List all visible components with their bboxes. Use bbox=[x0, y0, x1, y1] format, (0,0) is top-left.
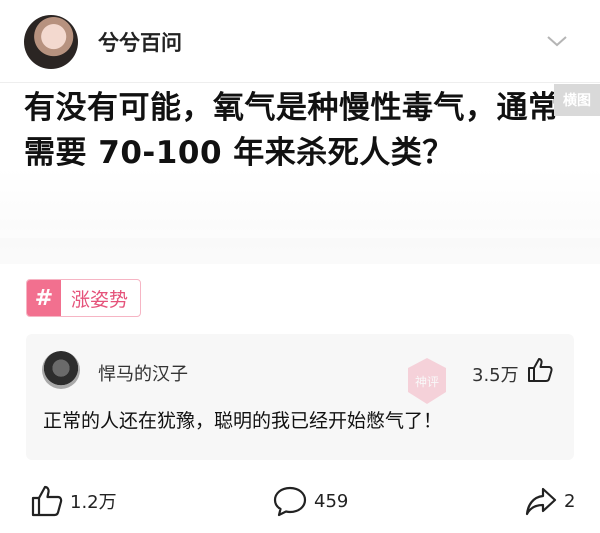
top-comment-card[interactable]: 悍马的汉子 神评 3.5万 正常的人还在犹豫，聪明的我已经开始憋气了！ bbox=[26, 334, 574, 460]
comment-count: 459 bbox=[314, 490, 349, 512]
image-orientation-badge: 横图 bbox=[554, 84, 600, 116]
post-header: 兮兮百问 bbox=[0, 0, 600, 82]
header-divider bbox=[0, 82, 600, 83]
share-count: 2 bbox=[564, 490, 576, 512]
watermark-text: 神评 bbox=[415, 375, 439, 389]
like-count: 1.2万 bbox=[70, 492, 117, 513]
post-image-strip bbox=[0, 238, 600, 264]
post-title-container: 有没有可能，氧气是种慢性毒气，通常需要 70-100 年来杀死人类？ bbox=[24, 86, 574, 176]
comment-button[interactable]: 459 bbox=[272, 484, 348, 518]
hot-comment-watermark: 神评 bbox=[408, 358, 446, 404]
like-button[interactable]: 1.2万 bbox=[30, 484, 117, 518]
topic-tag[interactable]: # 涨姿势 bbox=[26, 279, 142, 317]
thumbs-up-icon[interactable] bbox=[526, 356, 554, 384]
comment-text: 正常的人还在犹豫，聪明的我已经开始憋气了！ bbox=[43, 410, 443, 432]
share-button[interactable]: 2 bbox=[524, 484, 575, 518]
action-bar: 1.2万 459 2 bbox=[0, 478, 600, 530]
author-name[interactable]: 兮兮百问 bbox=[98, 27, 182, 57]
share-arrow-icon bbox=[525, 487, 557, 516]
post-title: 有没有可能，氧气是种慢性毒气，通常需要 70-100 年来杀死人类？ bbox=[24, 90, 560, 171]
commenter-name[interactable]: 悍马的汉子 bbox=[98, 360, 188, 386]
author-avatar[interactable] bbox=[24, 15, 78, 69]
thumbs-up-icon bbox=[31, 485, 63, 517]
comment-bubble-icon bbox=[273, 486, 307, 517]
topic-label: 涨姿势 bbox=[71, 288, 129, 311]
comment-like-count: 3.5万 bbox=[472, 365, 519, 386]
chevron-down-icon[interactable] bbox=[546, 34, 568, 48]
hashtag-icon: # bbox=[27, 280, 61, 316]
commenter-avatar[interactable] bbox=[42, 351, 80, 389]
